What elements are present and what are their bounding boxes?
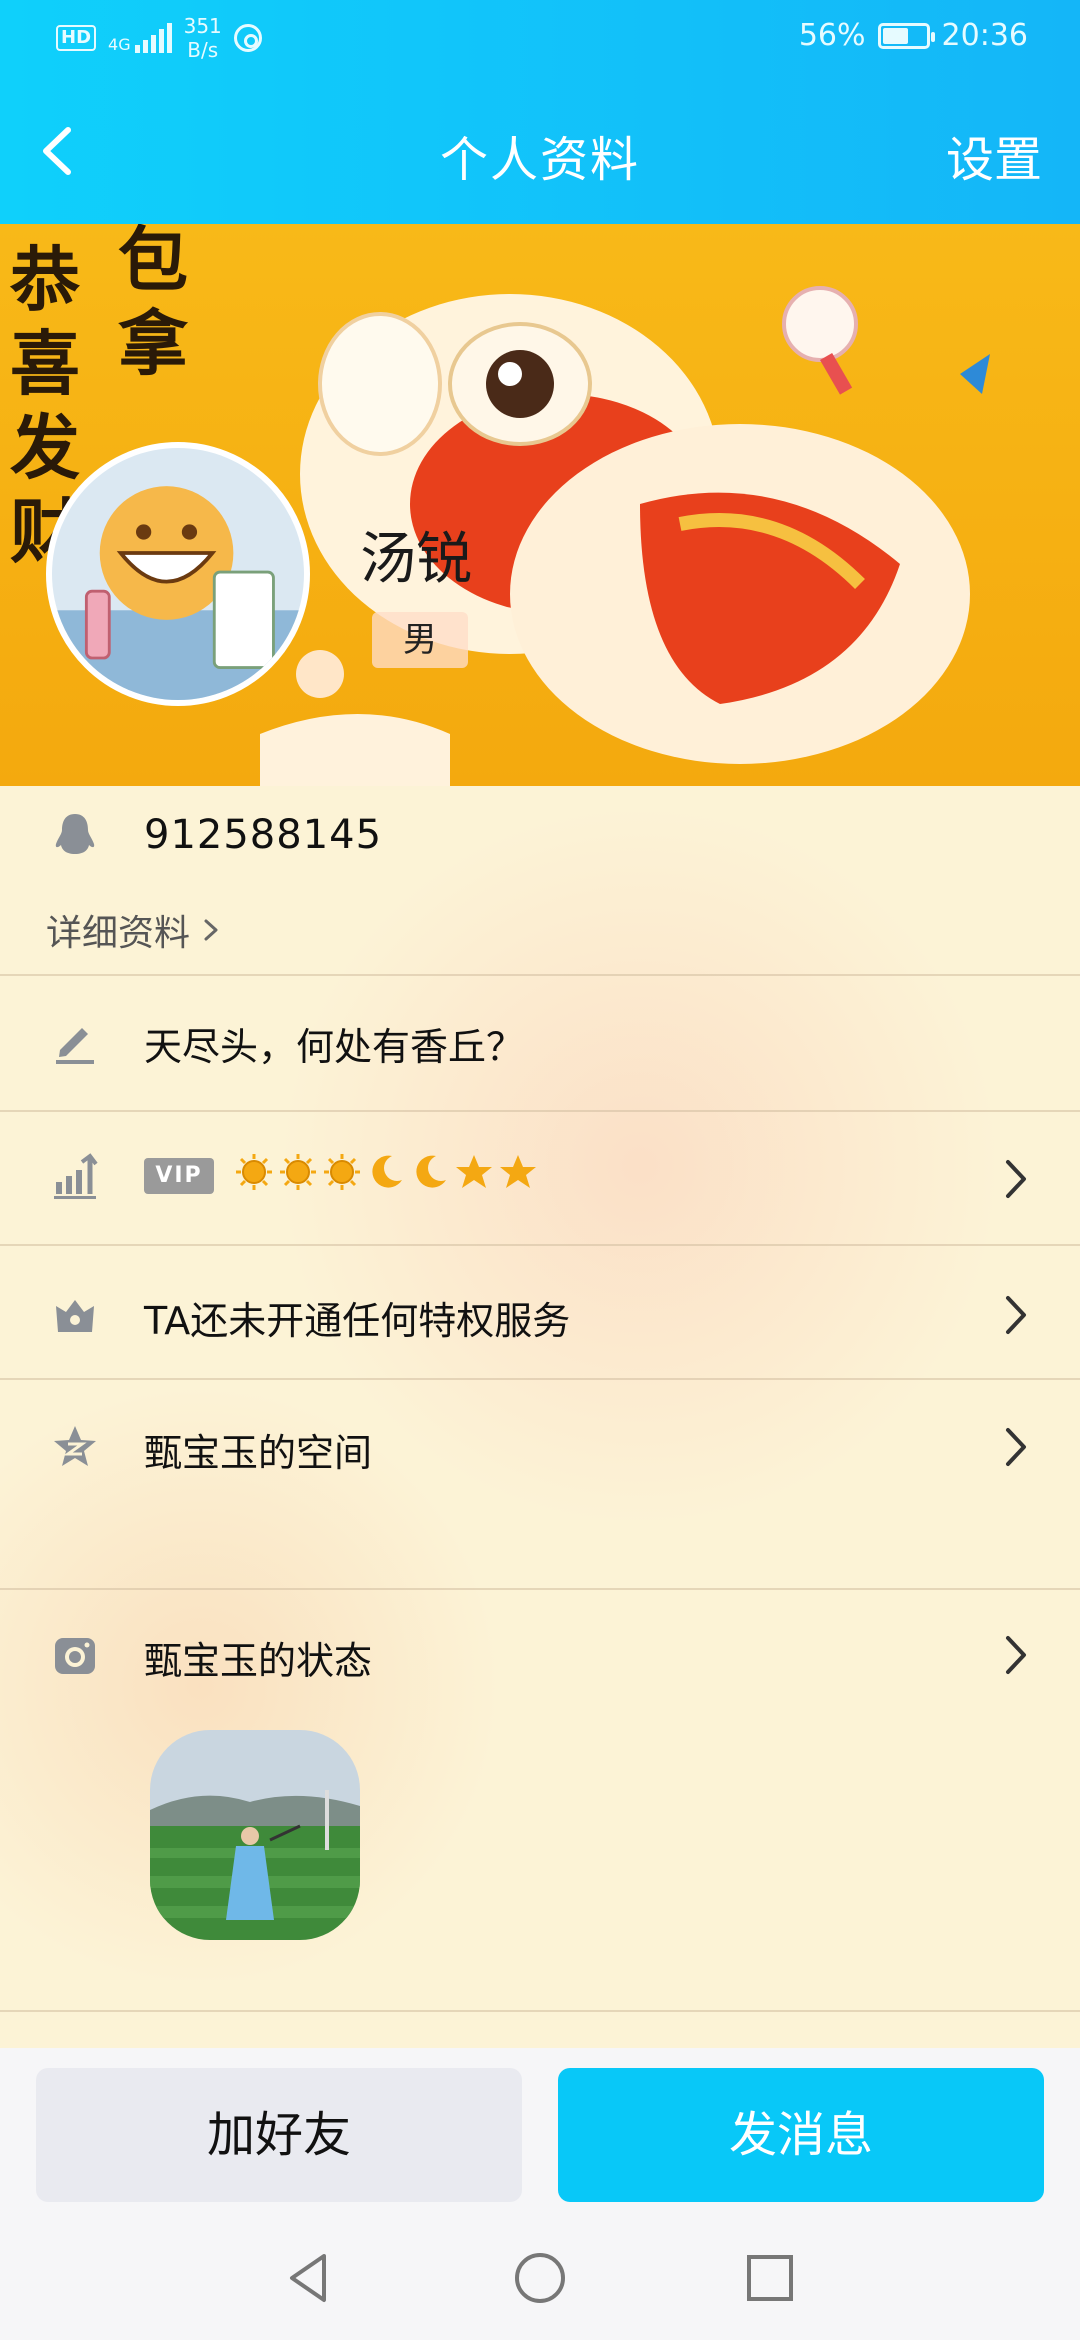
- chevron-right-icon: [996, 1290, 1036, 1340]
- nav-recents-square-icon[interactable]: [740, 2248, 800, 2308]
- user-name: 汤锐: [360, 527, 472, 592]
- top-bar: HD 4G 351 B/s 56% 20:36 个人资料 设置: [0, 0, 1080, 224]
- chevron-right-icon: [204, 919, 218, 941]
- battery-icon: [877, 22, 935, 49]
- settings-button[interactable]: 设置: [946, 120, 1042, 190]
- network-type: 4G: [108, 35, 131, 54]
- privilege-text: TA还未开通任何特权服务: [144, 1299, 571, 1343]
- hd-badge: HD: [56, 25, 97, 51]
- star-level-icon: [498, 1152, 538, 1196]
- clock: 20:36: [941, 18, 1028, 53]
- signal-icon: 4G: [108, 23, 172, 53]
- send-message-button[interactable]: 发消息: [558, 2068, 1044, 2202]
- vip-level-row[interactable]: VIP: [0, 1112, 1080, 1246]
- system-navigation-bar: [0, 2218, 1080, 2340]
- profile-cover[interactable]: 恭喜发财 包拿 汤锐 男: [0, 224, 1080, 786]
- status-left: HD 4G 351 B/s: [56, 14, 262, 62]
- status-right: 56% 20:36: [799, 18, 1028, 53]
- pencil-icon: [50, 1016, 100, 1066]
- camera-icon: [50, 1630, 100, 1680]
- network-speed: 351 B/s: [184, 14, 222, 62]
- status-feed-row[interactable]: 甄宝玉的状态: [0, 1590, 1080, 2012]
- qzone-space-row[interactable]: 甄宝玉的空间: [0, 1380, 1080, 1590]
- space-text: 甄宝玉的空间: [144, 1431, 373, 1475]
- crown-icon: [50, 1290, 100, 1340]
- nav-back-triangle-icon[interactable]: [280, 2248, 340, 2308]
- add-friend-button[interactable]: 加好友: [36, 2068, 522, 2202]
- profile-content: 912588145 详细资料 天尽头，何处有香丘？ VIP TA还未开通任何特权…: [0, 786, 1080, 2048]
- cover-calligraphy-right: 包拿: [118, 224, 188, 385]
- qq-number-row[interactable]: 912588145 详细资料: [0, 786, 1080, 976]
- vip-badge: VIP: [144, 1158, 214, 1194]
- nav-home-circle-icon[interactable]: [510, 2248, 570, 2308]
- privilege-row[interactable]: TA还未开通任何特权服务: [0, 1246, 1080, 1380]
- state-text: 甄宝玉的状态: [144, 1639, 373, 1683]
- user-avatar[interactable]: [46, 442, 310, 706]
- penguin-icon: [50, 810, 100, 860]
- qzone-star-icon: [50, 1422, 100, 1472]
- battery-percent: 56%: [798, 18, 866, 53]
- status-bar: HD 4G 351 B/s 56% 20:36: [0, 0, 1080, 80]
- detail-info-link[interactable]: 详细资料: [46, 904, 222, 956]
- detail-info-label: 详细资料: [46, 913, 191, 954]
- status-photo-thumbnail[interactable]: [150, 1730, 360, 1940]
- speed-value: 351: [183, 14, 222, 38]
- sun-level-icon: [278, 1152, 318, 1196]
- page-title: 个人资料: [439, 132, 640, 188]
- signature-text: 天尽头，何处有香丘？: [144, 1025, 525, 1069]
- chevron-right-icon: [996, 1154, 1036, 1204]
- sun-level-icon: [234, 1152, 274, 1196]
- level-chart-icon: [50, 1152, 100, 1202]
- signature-row[interactable]: 天尽头，何处有香丘？: [0, 976, 1080, 1112]
- moon-level-icon: [410, 1152, 450, 1196]
- moon-level-icon: [366, 1152, 406, 1196]
- qq-number: 912588145: [144, 812, 383, 858]
- nav-bar: 个人资料 设置: [0, 80, 1080, 224]
- chevron-right-icon: [996, 1630, 1036, 1680]
- speed-unit: B/s: [187, 38, 219, 62]
- star-level-icon: [454, 1152, 494, 1196]
- sun-level-icon: [322, 1152, 362, 1196]
- chevron-right-icon: [996, 1422, 1036, 1472]
- data-usage-icon: [233, 24, 262, 52]
- action-bar: 加好友 发消息: [0, 2048, 1080, 2218]
- vip-level-icons: [234, 1152, 538, 1196]
- gender-tag: 男: [372, 612, 468, 668]
